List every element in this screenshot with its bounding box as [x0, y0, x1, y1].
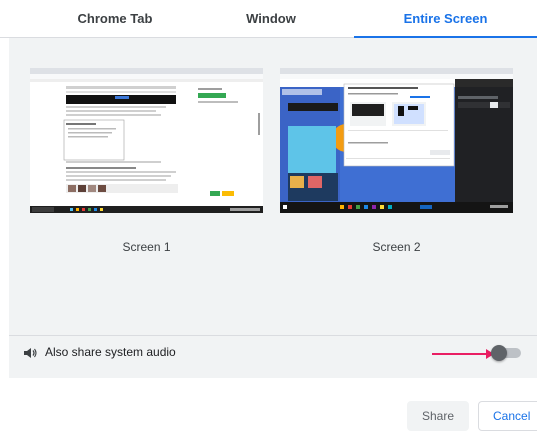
toggle-knob: [491, 345, 507, 361]
arrow-annotation-icon: [432, 349, 494, 359]
system-audio-toggle[interactable]: [491, 345, 521, 361]
share-button[interactable]: Share: [407, 401, 470, 431]
screen-1-label: Screen 1: [122, 240, 171, 254]
system-audio-row: Also share system audio: [9, 337, 537, 369]
source-tabs: Chrome Tab Window Entire Screen: [0, 0, 537, 38]
screen-picker-panel: Screen 1 Screen 2 Also share system audi…: [9, 38, 537, 378]
tab-chrome-tab[interactable]: Chrome Tab: [40, 0, 190, 37]
tab-window[interactable]: Window: [196, 0, 346, 37]
speaker-icon: [24, 348, 37, 358]
system-audio-label: Also share system audio: [45, 345, 176, 359]
cancel-button[interactable]: Cancel: [478, 401, 537, 431]
tab-entire-screen[interactable]: Entire Screen: [354, 0, 537, 38]
screen-2-thumbnail[interactable]: [280, 68, 513, 213]
screen-2-label: Screen 2: [372, 240, 421, 254]
screen-1-thumbnail[interactable]: [30, 68, 263, 213]
panel-divider: [9, 335, 537, 336]
